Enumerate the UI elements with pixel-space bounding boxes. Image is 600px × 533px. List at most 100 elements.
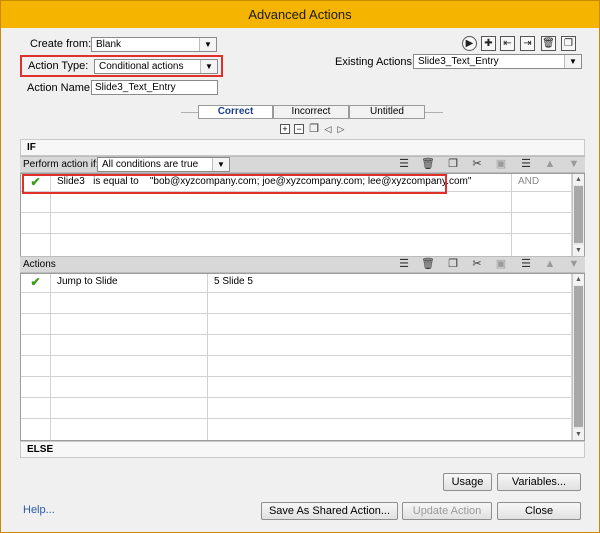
export-icon: ⇥ [523,38,532,49]
scroll-down-icon[interactable]: ▼ [573,429,584,440]
help-link[interactable]: Help... [23,504,55,516]
actions-scrollbar[interactable]: ▲ ▼ [572,274,584,440]
tab-incorrect[interactable]: Incorrect [273,105,349,119]
empty-cell [208,293,572,314]
copy-row-icon[interactable]: ❐ [446,157,460,171]
empty-cell [512,192,572,213]
action-name-cell[interactable]: Jump to Slide [51,274,208,293]
empty-cell [21,293,51,314]
move-up-icon[interactable]: ▲ [543,257,557,271]
create-from-label: Create from: [30,38,92,50]
cut-icon[interactable]: ✂ [470,157,484,171]
save-shared-action-button[interactable]: Save As Shared Action... [261,502,398,520]
scroll-thumb[interactable] [574,286,583,427]
copy-decision-icon[interactable]: ❐ [307,122,321,136]
advanced-actions-dialog: Advanced Actions Create from: Blank ▼ Ac… [0,0,600,533]
paste-icon[interactable]: ▣ [494,257,508,271]
empty-cell [51,314,208,335]
chevron-left-icon[interactable]: ◁ [321,122,335,136]
condition-logic[interactable]: AND [512,174,572,192]
chevron-down-icon: ▼ [199,38,216,51]
tab-correct[interactable]: Correct [198,105,273,119]
existing-actions-dropdown[interactable]: Slide3_Text_Entry ▼ [413,54,582,69]
condition-highlight [22,174,447,194]
export-button[interactable]: ⇥ [520,36,535,51]
perform-action-label: Perform action if: [23,159,99,170]
empty-cell [51,377,208,398]
action-type-value: Conditional actions [99,61,184,72]
empty-cell [208,356,572,377]
add-action-button[interactable]: ✚ [481,36,496,51]
move-down-icon[interactable]: ▼ [567,257,581,271]
remove-decision-button[interactable]: − [294,124,304,134]
empty-cell [21,314,51,335]
empty-cell [208,419,572,440]
action-check-cell: ✔ [21,274,51,293]
empty-cell [512,234,572,256]
delete-row-icon[interactable]: 🗑 [421,257,435,271]
play-icon: ▶ [465,38,474,49]
tab-untitled[interactable]: Untitled [349,105,425,119]
delete-icon: 🗑 [542,38,555,49]
move-down-icon[interactable]: ▼ [567,157,581,171]
perform-action-value: All conditions are true [102,159,199,170]
action-target-cell[interactable]: 5 Slide 5 [208,274,572,293]
add-decision-button[interactable]: + [280,124,290,134]
cut-icon[interactable]: ✂ [470,257,484,271]
empty-cell [51,192,512,213]
action-name-input[interactable]: Slide3_Text_Entry [91,80,218,95]
usage-button[interactable]: Usage [443,473,492,491]
empty-cell [21,192,51,213]
action-type-label: Action Type: [28,60,89,72]
chevron-down-icon: ▼ [564,55,581,68]
scroll-up-icon[interactable]: ▲ [573,274,584,285]
action-type-dropdown[interactable]: Conditional actions ▼ [94,59,218,74]
empty-cell [21,213,51,234]
insert-row-icon[interactable]: ☰ [519,257,533,271]
update-action-button[interactable]: Update Action [402,502,492,520]
duplicate-action-button[interactable]: ❐ [561,36,576,51]
insert-row-icon[interactable]: ☰ [397,257,411,271]
copy-row-icon[interactable]: ❐ [446,257,460,271]
delete-row-icon[interactable]: 🗑 [421,157,435,171]
paste-icon[interactable]: ▣ [494,157,508,171]
tab-divider-right [425,112,443,113]
empty-cell [21,234,51,256]
empty-cell [51,234,512,256]
create-from-dropdown[interactable]: Blank ▼ [91,37,217,52]
scroll-down-icon[interactable]: ▼ [573,245,584,256]
insert-row-icon[interactable]: ☰ [397,157,411,171]
scroll-thumb[interactable] [574,186,583,243]
title-bar: Advanced Actions [1,1,599,28]
empty-cell [21,356,51,377]
empty-cell [51,356,208,377]
close-button[interactable]: Close [497,502,581,520]
import-button[interactable]: ⇤ [500,36,515,51]
create-from-value: Blank [96,39,122,50]
chevron-down-icon: ▼ [212,158,229,171]
empty-cell [21,398,51,419]
tab-divider-left [181,112,199,113]
perform-action-dropdown[interactable]: All conditions are true ▼ [97,157,230,172]
empty-cell [208,377,572,398]
empty-cell [208,398,572,419]
delete-action-button[interactable]: 🗑 [541,36,556,51]
plus-icon: + [282,124,288,134]
conditions-scrollbar[interactable]: ▲ ▼ [572,174,584,256]
empty-cell [208,335,572,356]
checkmark-icon: ✔ [30,275,41,289]
actions-section-label: Actions [23,259,56,270]
chevron-right-icon[interactable]: ▷ [334,122,348,136]
else-section-label[interactable]: ELSE [20,441,585,458]
existing-actions-value: Slide3_Text_Entry [418,56,499,67]
preview-button[interactable]: ▶ [462,36,477,51]
variables-button[interactable]: Variables... [497,473,581,491]
action-name-label: Action Name: [27,82,94,94]
insert-row-icon[interactable]: ☰ [519,157,533,171]
empty-cell [51,335,208,356]
scroll-up-icon[interactable]: ▲ [573,174,584,185]
move-up-icon[interactable]: ▲ [543,157,557,171]
empty-cell [51,213,512,234]
empty-cell [21,377,51,398]
empty-cell [51,398,208,419]
